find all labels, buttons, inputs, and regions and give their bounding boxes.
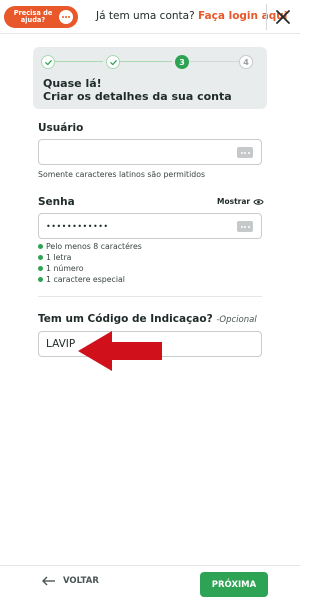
step-4-pending: 4	[239, 55, 253, 69]
next-button[interactable]: PRÓXIMA	[200, 572, 268, 597]
step-1-done	[41, 55, 55, 69]
chat-bubble-icon	[59, 10, 73, 24]
close-button[interactable]	[271, 5, 295, 29]
rule-met-icon	[38, 244, 43, 249]
step-connector	[189, 61, 239, 62]
bottom-nav: VOLTAR PRÓXIMA	[0, 565, 300, 600]
autofill-icon[interactable]	[237, 221, 253, 232]
autofill-icon[interactable]	[237, 147, 253, 158]
password-rule: Pelo menos 8 caractéres	[38, 241, 142, 252]
show-password-label: Mostrar	[217, 197, 251, 206]
rule-met-icon	[38, 255, 43, 260]
password-rule: 1 letra	[38, 252, 142, 263]
password-label: Senha	[38, 196, 75, 208]
rule-met-icon	[38, 266, 43, 271]
login-prompt-text: Já tem uma conta?	[96, 10, 195, 22]
header-divider	[266, 4, 267, 30]
username-label: Usuário	[38, 122, 84, 134]
progress-stepper: 3 4 Quase lá! Criar os detalhes da sua c…	[33, 47, 267, 109]
password-rule: 1 número	[38, 263, 142, 274]
password-field[interactable]: ••••••••••••	[38, 213, 262, 239]
password-rule: 1 caractere especial	[38, 274, 142, 285]
red-arrow-icon	[78, 331, 162, 371]
password-value: ••••••••••••	[46, 222, 109, 231]
referral-label: Tem um Código de Indicaçao? -Opcional	[38, 313, 257, 325]
step-3-active: 3	[175, 55, 189, 69]
step-2-done	[106, 55, 120, 69]
step-connector	[120, 61, 172, 62]
help-button-label: Precisa de ajuda?	[13, 8, 53, 24]
check-icon	[44, 59, 52, 65]
back-button-label: VOLTAR	[63, 576, 99, 586]
username-hint: Somente caracteres latinos são permitido…	[38, 170, 206, 179]
username-field[interactable]	[38, 139, 262, 165]
top-header: Precisa de ajuda? Já tem uma conta? Faça…	[0, 0, 300, 34]
password-rules: Pelo menos 8 caractéres 1 letra 1 número…	[38, 241, 142, 285]
eye-icon	[253, 198, 264, 205]
help-button[interactable]: Precisa de ajuda?	[4, 6, 78, 28]
login-prompt: Já tem uma conta? Faça login aqui	[96, 10, 287, 22]
step-title: Quase lá! Criar os detalhes da sua conta	[43, 77, 232, 103]
step-title-line2: Criar os detalhes da sua conta	[43, 90, 232, 103]
rule-met-icon	[38, 277, 43, 282]
referral-code-value: LAVIP	[46, 338, 76, 350]
close-icon	[276, 10, 290, 24]
back-button[interactable]: VOLTAR	[42, 576, 99, 586]
referral-optional-tag: -Opcional	[216, 315, 257, 325]
section-divider	[38, 296, 262, 297]
arrow-left-icon	[42, 576, 55, 586]
step-connector	[55, 61, 103, 62]
check-icon	[109, 59, 117, 65]
step-title-line1: Quase lá!	[43, 77, 102, 90]
referral-label-text: Tem um Código de Indicaçao?	[38, 313, 213, 325]
show-password-toggle[interactable]: Mostrar	[217, 197, 264, 206]
